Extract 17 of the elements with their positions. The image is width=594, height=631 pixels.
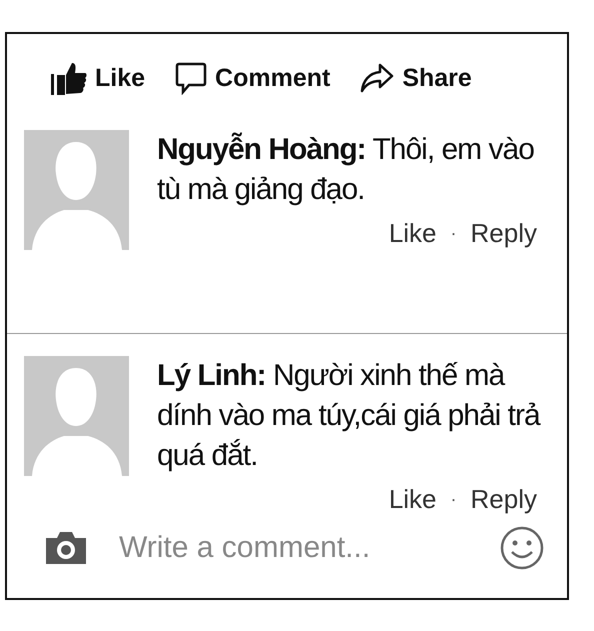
separator-dot: · xyxy=(450,489,457,510)
comment-button[interactable]: Comment xyxy=(175,58,330,98)
reply-link[interactable]: Reply xyxy=(470,218,537,249)
smiley-icon[interactable] xyxy=(499,525,545,571)
like-link[interactable]: Like xyxy=(388,484,437,515)
reply-link[interactable]: Reply xyxy=(470,484,537,515)
separator-dot: · xyxy=(450,223,457,244)
comment-input-field[interactable]: Write a comment... xyxy=(117,530,471,566)
share-button[interactable]: Share xyxy=(360,58,472,98)
comment-text: Nguyễn Hoàng: Thôi, em vào tù mà giảng đạo. xyxy=(157,132,535,208)
camera-icon xyxy=(43,530,89,566)
like-link[interactable]: Like xyxy=(388,218,437,249)
thumbs-up-icon xyxy=(51,61,87,95)
speech-bubble-icon xyxy=(175,61,208,95)
comment-text: Lý Linh: Người xinh thế mà dính vào ma túy,cái giá phải trả quá đắt. xyxy=(157,358,542,474)
share-arrow-icon xyxy=(360,62,394,94)
like-button[interactable]: Like xyxy=(51,58,146,98)
